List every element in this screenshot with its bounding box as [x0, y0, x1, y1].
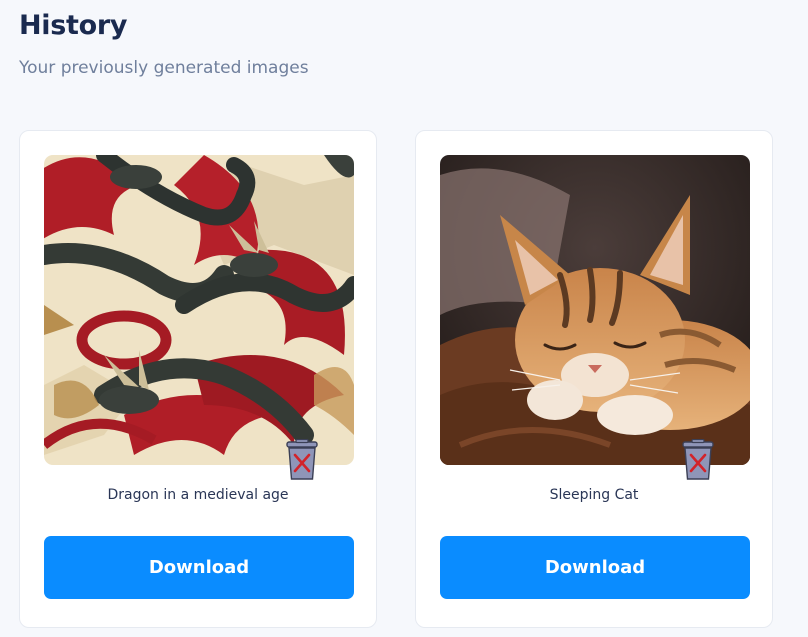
page-title: History	[19, 10, 128, 41]
sleeping-cat-illustration	[440, 155, 750, 465]
delete-button[interactable]	[283, 439, 321, 481]
sleeping-cat-image[interactable]	[440, 155, 750, 465]
trash-icon	[286, 439, 318, 480]
image-caption: Dragon in a medieval age	[107, 487, 289, 503]
history-page: History Your previously generated images	[0, 0, 808, 637]
download-button[interactable]: Download	[44, 536, 354, 599]
page-subtitle: Your previously generated images	[19, 58, 309, 78]
delete-button[interactable]	[679, 439, 717, 481]
dragon-pattern-image[interactable]	[44, 155, 354, 465]
trash-icon	[682, 439, 714, 480]
dragon-pattern-illustration	[44, 155, 354, 465]
image-caption: Sleeping Cat	[549, 487, 639, 503]
download-button[interactable]: Download	[440, 536, 750, 599]
history-card: Sleeping Cat Download	[415, 130, 773, 628]
history-card: Dragon in a medieval age Download	[19, 130, 377, 628]
